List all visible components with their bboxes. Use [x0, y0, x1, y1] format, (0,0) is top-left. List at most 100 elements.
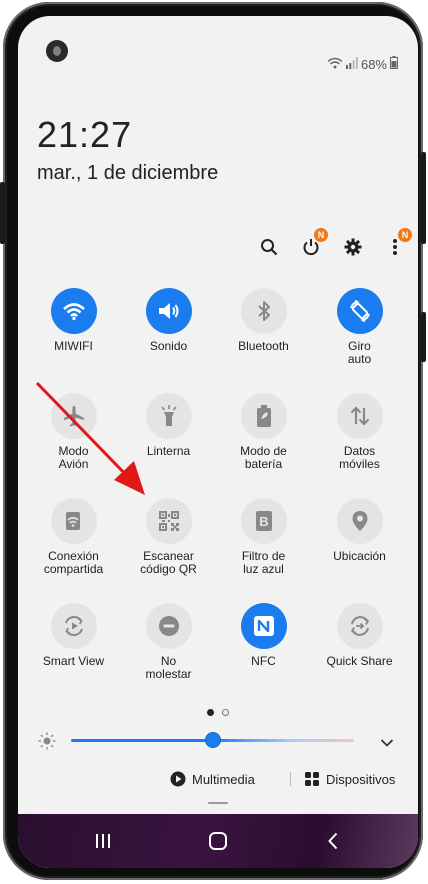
panel-toolbar: N N	[254, 228, 412, 262]
gear-icon	[344, 238, 362, 256]
battery-percent: 68%	[360, 56, 387, 72]
mobile-data-icon	[336, 393, 383, 439]
tile-blue-light-filter[interactable]: B Filtro de luz azul	[216, 498, 311, 576]
navigation-bar	[18, 814, 418, 868]
more-notification-badge: N	[398, 228, 412, 242]
status-bar: 68%	[327, 54, 398, 74]
page-indicator	[18, 709, 418, 716]
signal-icon	[345, 56, 358, 72]
location-pin-icon	[336, 498, 383, 544]
volume-button	[0, 182, 5, 244]
brightness-control	[18, 731, 418, 751]
tile-do-not-disturb[interactable]: No molestar	[121, 603, 216, 681]
bluetooth-icon	[240, 288, 287, 334]
media-devices-row: Multimedia Dispositivos	[18, 768, 418, 790]
wifi-status-icon	[327, 57, 343, 72]
search-button[interactable]	[254, 232, 284, 262]
settings-button[interactable]	[338, 232, 368, 262]
tile-label: Conexión compartida	[43, 549, 104, 576]
clock-time: 21:27	[37, 114, 133, 155]
smart-view-icon	[50, 603, 97, 649]
phone-frame: 68% 21:27 mar., 1 de diciembre N N MIWIF…	[0, 2, 426, 880]
tile-label: Bluetooth	[238, 339, 289, 353]
back-chevron-icon	[328, 832, 338, 850]
devices-label: Dispositivos	[326, 771, 396, 787]
battery-mode-icon	[240, 393, 287, 439]
tile-mobile-data[interactable]: Datos móviles	[312, 393, 407, 471]
qr-code-icon	[145, 498, 192, 544]
tile-label: MIWIFI	[54, 339, 93, 353]
tile-quick-share[interactable]: Quick Share	[312, 603, 407, 668]
home-button[interactable]	[200, 826, 236, 856]
tile-flashlight[interactable]: Linterna	[121, 393, 216, 458]
tile-label: Quick Share	[326, 654, 393, 668]
tile-airplane-mode[interactable]: Modo Avión	[26, 393, 121, 471]
tile-hotspot[interactable]: Conexión compartida	[26, 498, 121, 576]
expand-chevron-icon[interactable]	[380, 735, 394, 753]
multimedia-button[interactable]: Multimedia	[170, 771, 255, 787]
brightness-sun-icon	[38, 732, 56, 755]
brightness-slider-thumb[interactable]	[204, 732, 221, 748]
do-not-disturb-icon	[145, 603, 192, 649]
tile-battery-mode[interactable]: Modo de batería	[216, 393, 311, 471]
clock-date: mar., 1 de diciembre	[37, 162, 219, 184]
tile-location[interactable]: Ubicación	[312, 498, 407, 563]
quick-share-icon	[336, 603, 383, 649]
tile-auto-rotate[interactable]: Giro auto	[312, 288, 407, 366]
more-vertical-icon	[393, 239, 397, 255]
tile-label: Sonido	[149, 339, 188, 353]
tile-label: Ubicación	[333, 549, 386, 563]
tile-label: No molestar	[145, 654, 192, 681]
tile-label: Smart View	[42, 654, 105, 668]
tile-row: Modo Avión Linterna Modo de batería Dato…	[18, 393, 418, 498]
hotspot-icon	[50, 498, 97, 544]
recent-apps-icon	[96, 834, 110, 848]
tile-label: Escanear código QR	[140, 549, 197, 576]
power-button	[421, 152, 426, 244]
tile-nfc[interactable]: NFC	[216, 603, 311, 668]
home-icon	[209, 832, 227, 850]
tile-label: Filtro de luz azul	[241, 549, 286, 576]
devices-button[interactable]: Dispositivos	[304, 771, 395, 787]
tile-label: Giro auto	[347, 339, 372, 366]
quick-panel: 68% 21:27 mar., 1 de diciembre N N MIWIF…	[18, 16, 418, 868]
tile-bluetooth[interactable]: Bluetooth	[216, 288, 311, 353]
page-dot-active[interactable]	[207, 709, 214, 716]
page-dot[interactable]	[222, 709, 229, 716]
tile-label: NFC	[251, 654, 276, 668]
flashlight-icon	[145, 393, 192, 439]
front-camera	[46, 40, 68, 62]
search-icon	[261, 239, 278, 256]
quick-settings-grid: MIWIFI Sonido Bluetooth Giro auto Modo A…	[18, 288, 418, 708]
media-divider	[290, 772, 291, 786]
tile-row: Conexión compartida Escanear código QR B…	[18, 498, 418, 603]
tile-label: Datos móviles	[339, 444, 380, 471]
wifi-icon	[50, 288, 97, 334]
nfc-icon	[240, 603, 287, 649]
battery-icon	[390, 56, 398, 72]
more-options-button[interactable]: N	[380, 228, 412, 262]
tile-label: Linterna	[146, 444, 191, 458]
tile-smart-view[interactable]: Smart View	[26, 603, 121, 668]
tile-qr-scanner[interactable]: Escanear código QR	[121, 498, 216, 576]
speaker-icon	[145, 288, 192, 334]
play-circle-icon	[170, 771, 186, 787]
recent-apps-button[interactable]	[85, 826, 121, 856]
svg-text:B: B	[259, 514, 268, 529]
power-notification-badge: N	[314, 228, 328, 242]
bixby-button	[421, 312, 426, 362]
panel-drag-handle[interactable]	[208, 802, 228, 804]
back-button[interactable]	[315, 826, 351, 856]
multimedia-label: Multimedia	[192, 771, 255, 787]
tile-label: Modo Avión	[58, 444, 89, 471]
devices-grid-icon	[305, 772, 319, 786]
tile-row: MIWIFI Sonido Bluetooth Giro auto	[18, 288, 418, 393]
tile-sound[interactable]: Sonido	[121, 288, 216, 353]
airplane-icon	[50, 393, 97, 439]
tile-label: Modo de batería	[240, 444, 287, 471]
power-menu-button[interactable]: N	[296, 228, 328, 262]
tile-wifi[interactable]: MIWIFI	[26, 288, 121, 353]
tile-row: Smart View No molestar NFC Quick Share	[18, 603, 418, 708]
blue-light-filter-icon: B	[240, 498, 287, 544]
auto-rotate-icon	[336, 288, 383, 334]
